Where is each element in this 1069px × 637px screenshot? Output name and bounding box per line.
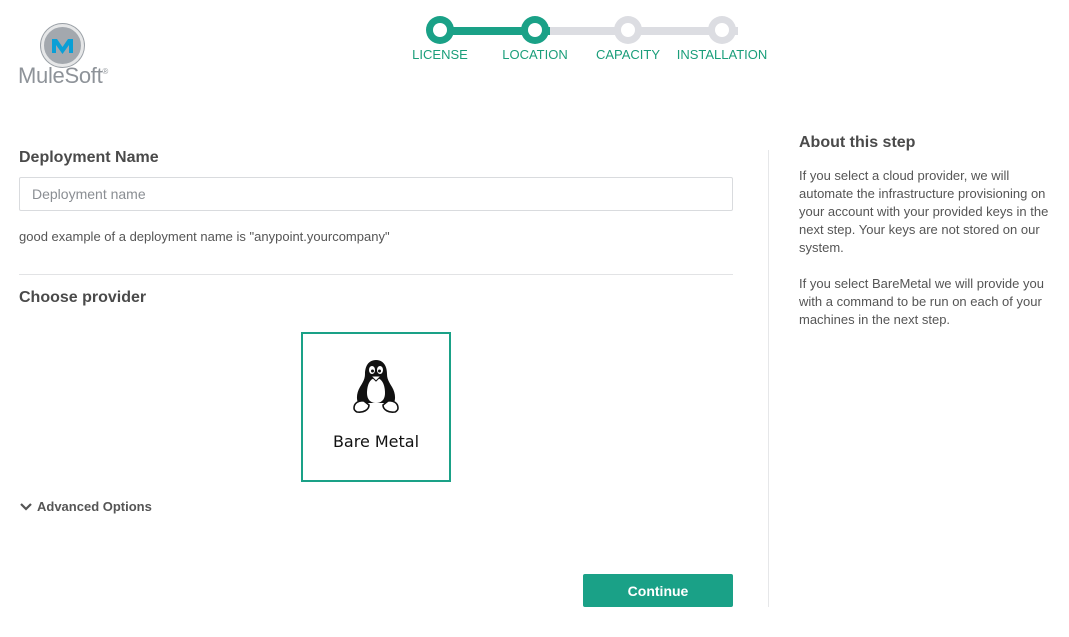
registered-mark: ® — [102, 67, 109, 76]
deployment-name-input[interactable] — [19, 177, 733, 211]
about-step-paragraph-2: If you select BareMetal we will provide … — [799, 276, 1044, 327]
advanced-options-label: Advanced Options — [37, 499, 152, 514]
step-dot-installation — [708, 16, 736, 44]
section-divider — [19, 274, 733, 275]
sidebar-divider — [768, 150, 769, 607]
about-step-paragraph-1: If you select a cloud provider, we will … — [799, 168, 1049, 255]
provider-card-bare-metal[interactable]: Bare Metal — [301, 332, 451, 482]
advanced-options-toggle[interactable]: Advanced Options — [19, 499, 152, 514]
mulesoft-logo: MuleSoft® — [18, 20, 113, 90]
step-label-installation: INSTALLATION — [676, 47, 768, 62]
brand-name: MuleSoft — [18, 63, 103, 88]
choose-provider-title: Choose provider — [19, 289, 147, 306]
mulesoft-badge-icon — [41, 24, 84, 67]
chevron-down-icon — [20, 502, 32, 511]
linux-tux-icon — [353, 360, 399, 413]
step-label-license: LICENSE — [412, 47, 468, 62]
deployment-name-hint: good example of a deployment name is "an… — [19, 229, 390, 244]
step-dot-license — [426, 16, 454, 44]
step-dot-capacity — [614, 16, 642, 44]
progress-stepper: LICENSE LOCATION CAPACITY INSTALLATION — [405, 14, 785, 74]
deployment-name-title: Deployment Name — [19, 149, 159, 166]
step-label-location: LOCATION — [502, 47, 568, 62]
continue-button[interactable]: Continue — [583, 574, 733, 607]
step-label-capacity: CAPACITY — [595, 47, 661, 62]
provider-label: Bare Metal — [332, 432, 420, 451]
step-dot-location — [521, 16, 549, 44]
about-step-title: About this step — [799, 134, 916, 151]
